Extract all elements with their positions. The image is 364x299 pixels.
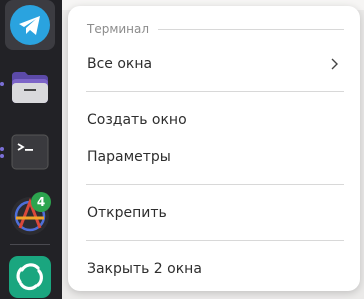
menu-item-label: Создать окно [87, 112, 187, 128]
menu-item-close-windows[interactable]: Закрыть 2 окна [76, 252, 352, 286]
menu-item-label: Закрыть 2 окна [87, 261, 202, 277]
chevron-right-icon [331, 58, 338, 70]
menu-item-new-window[interactable]: Создать окно [76, 103, 352, 137]
menu-separator [86, 240, 344, 241]
menu-item-all-windows[interactable]: Все окна [76, 47, 352, 81]
dock-item-terminal[interactable] [5, 126, 55, 176]
dock-item-anarchy[interactable]: 4 [5, 190, 55, 240]
running-indicator [0, 147, 4, 151]
notification-badge: 4 [31, 192, 51, 212]
dock-separator [10, 244, 50, 245]
element-icon [9, 256, 51, 298]
menu-separator [86, 91, 344, 92]
menu-item-label: Параметры [87, 149, 171, 165]
menu-item-label: Открепить [87, 205, 167, 221]
running-indicator [0, 82, 4, 86]
telegram-icon [10, 5, 50, 45]
menu-item-preferences[interactable]: Параметры [76, 140, 352, 174]
folder-icon [12, 72, 48, 103]
menu-title: Терминал [87, 22, 150, 36]
running-indicator [0, 154, 4, 158]
dock: 4 [0, 0, 62, 299]
menu-separator [86, 184, 344, 185]
context-menu: Терминал Все окна Создать окно Параметры… [68, 6, 360, 291]
dock-item-files[interactable] [5, 62, 55, 112]
menu-item-label: Все окна [87, 56, 153, 72]
menu-item-unpin[interactable]: Открепить [76, 196, 352, 230]
terminal-icon [11, 134, 49, 170]
title-divider [158, 29, 344, 30]
dock-item-telegram[interactable] [5, 0, 55, 50]
dock-item-element[interactable] [5, 252, 55, 299]
